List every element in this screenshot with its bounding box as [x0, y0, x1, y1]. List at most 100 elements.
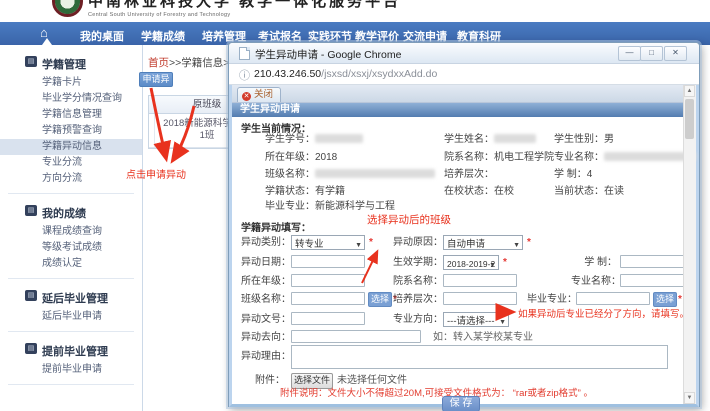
- module-icon: ▤: [25, 343, 37, 354]
- duration-label: 学 制：: [571, 255, 617, 270]
- popup-scrollbar[interactable]: ▲ ▼: [683, 85, 696, 404]
- change-reason-select[interactable]: 自动申请▼: [443, 235, 523, 250]
- term-label: 生效学期：: [393, 255, 441, 270]
- change-date-input[interactable]: [291, 255, 365, 268]
- sidebar-item[interactable]: 学籍卡片: [0, 75, 142, 91]
- required-mark: *: [369, 235, 373, 250]
- destination-input[interactable]: [291, 330, 421, 343]
- scroll-up-icon[interactable]: ▲: [684, 85, 695, 97]
- attachment-note: 附件说明：文件大小不得超过20M,可接受文件格式为： “rar或者zip格式” …: [280, 385, 593, 399]
- info-icon[interactable]: ⓘ: [239, 67, 250, 83]
- change-category-select[interactable]: 转专业▼: [291, 235, 365, 250]
- sidebar-item-active[interactable]: 学籍异动信息: [0, 139, 142, 155]
- popup-page: ✕关闭 学生异动申请 学生当前情况： 学生学号： 学生姓名： 学生性别：男 所在…: [229, 85, 699, 407]
- popup-titlebar: 学生异动申请 - Google Chrome — □ ✕: [229, 43, 699, 64]
- class-choose-button[interactable]: 选择: [368, 292, 392, 307]
- sidebar-item[interactable]: 课程成绩查询: [0, 224, 142, 240]
- change-form-title: 学籍异动填写：: [241, 219, 311, 234]
- dropdown-arrow-icon: ▼: [513, 238, 520, 253]
- level-label: 培养层次：: [393, 292, 441, 307]
- reason-textarea[interactable]: [291, 345, 668, 369]
- class-label: 班级名称：: [241, 292, 289, 307]
- grad-major-label: 毕业专业：: [527, 292, 573, 307]
- destination-hint: 如：转入某学校某专业: [433, 330, 533, 345]
- date-label: 异动日期：: [241, 255, 289, 270]
- field-registry-status: 学籍状态：有学籍: [265, 185, 345, 198]
- popup-window: 学生异动申请 - Google Chrome — □ ✕ ⓘ 210.43.24…: [228, 42, 700, 407]
- breadcrumb-home-link[interactable]: 首页: [148, 57, 169, 69]
- college-label: 院系名称：: [393, 274, 441, 289]
- grade-input[interactable]: [291, 274, 365, 287]
- brand-title-en: Central South University of Forestry and…: [88, 12, 230, 18]
- sidebar-section-my-grades[interactable]: ▤ 我的成绩: [0, 202, 142, 224]
- scrollbar-thumb[interactable]: [685, 99, 694, 139]
- sidebar-item[interactable]: 等级考试成绩: [0, 240, 142, 256]
- close-button[interactable]: ✕: [664, 46, 687, 61]
- nav-item-desktop[interactable]: 我的桌面: [80, 28, 124, 44]
- grade-label: 所在年级：: [241, 274, 289, 289]
- minimize-button[interactable]: —: [618, 46, 641, 61]
- field-oncampus-status: 在校状态：在校: [444, 185, 514, 198]
- graduation-major-input[interactable]: [576, 292, 650, 305]
- sidebar-item[interactable]: 毕业学分情况查询: [0, 91, 142, 107]
- module-icon: ▤: [25, 205, 37, 216]
- sidebar-section-title: 延后毕业管理: [42, 293, 108, 305]
- dropdown-arrow-icon: ▼: [489, 258, 496, 273]
- class-name-input[interactable]: [291, 292, 365, 305]
- sidebar-item[interactable]: 提前毕业申请: [0, 362, 142, 378]
- field-gender: 学生性别：男: [554, 133, 614, 146]
- major-label: 专业名称：: [571, 274, 617, 289]
- brand-header: 中南林业科技大学 教学一体化服务平台 Central South Univers…: [0, 0, 710, 22]
- effective-term-select[interactable]: 2018-2019-2▼: [443, 255, 499, 270]
- sidebar-section-delayed-grad[interactable]: ▤ 延后毕业管理: [0, 287, 142, 309]
- sidebar-item[interactable]: 延后毕业申请: [0, 309, 142, 325]
- sidebar-item[interactable]: 专业分流: [0, 155, 142, 171]
- doc-number-input[interactable]: [291, 312, 365, 325]
- sidebar-item[interactable]: 学籍预警查询: [0, 123, 142, 139]
- training-level-input[interactable]: [443, 292, 517, 305]
- breadcrumb-trail: >>学籍信息>>: [169, 57, 236, 69]
- field-student-name: 学生姓名：: [444, 133, 536, 146]
- page-url: 210.43.246.50/jsxsd/xsxj/xsydxxAdd.do: [254, 68, 437, 80]
- category-label: 异动类别：: [241, 235, 289, 250]
- close-tab-button[interactable]: ✕关闭: [237, 87, 281, 102]
- field-duration: 学 制：4: [554, 168, 592, 181]
- field-grade-year: 所在年级：2018: [265, 151, 337, 164]
- field-college: 院系名称：机电工程学院: [444, 151, 554, 164]
- module-icon: ▤: [25, 290, 37, 301]
- sidebar: ▤ 学籍管理 学籍卡片 毕业学分情况查询 学籍信息管理 学籍预警查询 学籍异动信…: [0, 45, 143, 411]
- major-direction-select[interactable]: ---请选择---▼: [443, 312, 509, 327]
- required-mark: *: [527, 235, 531, 250]
- sidebar-section-status-mgmt[interactable]: ▤ 学籍管理: [0, 53, 142, 75]
- maximize-button[interactable]: □: [640, 46, 663, 61]
- sidebar-item[interactable]: 方向分流: [0, 171, 142, 187]
- scroll-down-icon[interactable]: ▼: [684, 392, 695, 404]
- duration-input[interactable]: [620, 255, 684, 268]
- brand-title-cn: 中南林业科技大学 教学一体化服务平台: [88, 0, 401, 11]
- apply-change-button[interactable]: 申请异动: [139, 72, 173, 87]
- reason-label: 异动原因：: [393, 235, 441, 250]
- university-logo: [52, 0, 83, 17]
- attachment-label: 附件：: [237, 373, 285, 388]
- sidebar-item[interactable]: 成绩认定: [0, 256, 142, 272]
- sidebar-section-early-grad[interactable]: ▤ 提前毕业管理: [0, 340, 142, 362]
- field-major: 专业名称：: [554, 151, 696, 164]
- redacted-value: [315, 169, 435, 178]
- field-training-level: 培养层次：: [444, 168, 494, 181]
- nav-item-records[interactable]: 学籍成绩: [141, 28, 185, 44]
- grad-major-choose-button[interactable]: 选择: [653, 292, 677, 307]
- major-input[interactable]: [620, 274, 686, 287]
- sidebar-section-title: 提前毕业管理: [42, 346, 108, 358]
- form-banner: 学生异动申请: [232, 103, 696, 117]
- required-mark: *: [678, 292, 682, 307]
- url-host: 210.43.246.50: [254, 68, 321, 80]
- app-root: 中南林业科技大学 教学一体化服务平台 Central South Univers…: [0, 0, 710, 411]
- college-input[interactable]: [443, 274, 517, 287]
- doc-no-label: 异动文号：: [241, 312, 289, 327]
- sidebar-item[interactable]: 学籍信息管理: [0, 107, 142, 123]
- popup-title: 学生异动申请 - Google Chrome: [255, 47, 401, 62]
- inner-tabstrip: ✕关闭: [232, 85, 696, 103]
- address-bar[interactable]: ⓘ 210.43.246.50/jsxsd/xsxj/xsydxxAdd.do: [229, 64, 699, 85]
- save-button[interactable]: 保 存: [442, 396, 480, 411]
- field-current-status: 当前状态：在读: [554, 185, 624, 198]
